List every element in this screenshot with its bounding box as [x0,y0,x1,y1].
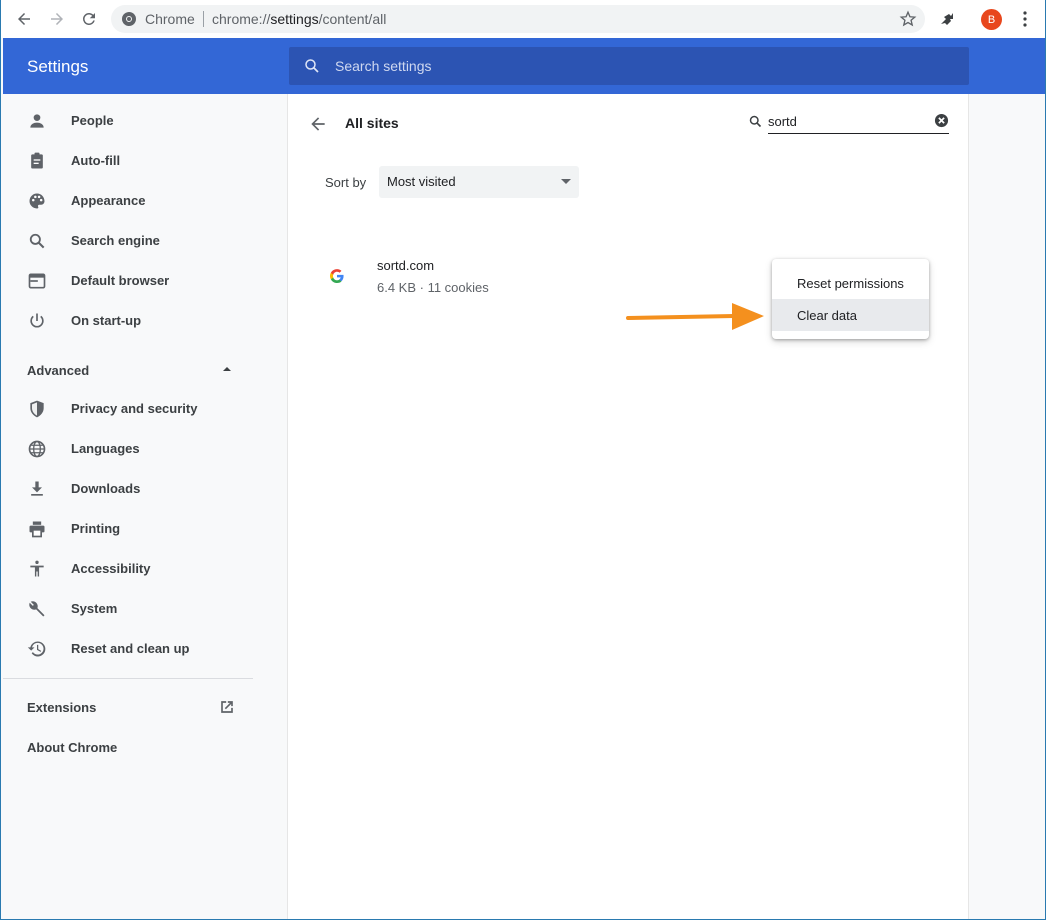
google-favicon-icon [330,269,344,283]
sidebar-item-privacy[interactable]: Privacy and security [3,389,253,429]
menu-item-label: Clear data [797,308,857,323]
chevron-down-icon [561,179,571,184]
accessibility-icon [30,560,44,577]
advanced-toggle[interactable]: Advanced [27,363,89,378]
clear-data-menu-item[interactable]: Clear data [772,299,929,331]
sort-dropdown[interactable]: Most visited [379,166,579,198]
sort-value: Most visited [387,174,456,189]
url-host: settings [270,11,319,27]
url-path: /content/all [318,11,387,27]
sidebar-item-label: Reset and clean up [71,641,190,656]
sidebar-item-autofill[interactable]: Auto-fill [3,141,253,181]
chrome-site-icon [122,12,136,26]
sidebar-item-label: Printing [71,521,121,536]
sidebar-item-label: People [71,113,114,128]
search-icon [29,233,45,249]
sidebar-item-people[interactable]: People [3,101,253,141]
browser-toolbar: Chrome chrome://settings/content/all B [1,0,1045,38]
sidebar-item-printing[interactable]: Printing [3,509,253,549]
more-menu-icon[interactable] [1015,9,1035,29]
search-placeholder: Search settings [335,58,432,74]
site-storage-info: 6.4 KB · 11 cookies [377,280,489,295]
settings-header: Settings Search settings [3,38,1045,94]
sidebar-item-on-startup[interactable]: On start-up [3,301,253,341]
sidebar-item-accessibility[interactable]: Accessibility [3,549,253,589]
bookmark-star-icon[interactable] [899,10,917,28]
sidebar-item-about[interactable]: About Chrome [27,740,117,755]
history-icon [27,641,46,657]
sidebar-item-system[interactable]: System [3,589,253,629]
url-scheme: chrome:// [212,11,271,27]
printer-icon [29,521,45,538]
reset-permissions-menu-item[interactable]: Reset permissions [772,267,929,299]
search-icon [749,115,762,128]
search-icon [305,59,319,73]
site-name: sortd.com [377,258,435,273]
sidebar-item-languages[interactable]: Languages [3,429,253,469]
globe-icon [28,440,46,458]
site-actions-menu: Reset permissions Clear data [772,259,929,339]
power-icon [30,313,44,328]
sidebar-item-label: Auto-fill [71,153,121,168]
page-title: Settings [27,57,89,76]
site-label: Chrome [145,11,195,27]
address-bar[interactable]: Chrome chrome://settings/content/all [111,5,925,33]
sidebar-item-downloads[interactable]: Downloads [3,469,253,509]
palette-icon [29,193,45,209]
sidebar-item-extensions[interactable]: Extensions [27,700,96,715]
url-separator [203,11,204,27]
sidebar-item-appearance[interactable]: Appearance [3,181,253,221]
profile-avatar[interactable]: B [981,9,1002,30]
sidebar-item-label: Search engine [71,233,160,248]
sidebar-item-label: Default browser [71,273,170,288]
reload-icon[interactable] [77,7,101,31]
extension-icon[interactable] [937,9,957,29]
sidebar-item-label: On start-up [71,313,142,328]
sidebar-item-label: Appearance [71,193,146,208]
clear-search-icon[interactable] [934,113,949,128]
url-text: chrome://settings/content/all [212,11,386,27]
sort-label: Sort by [325,175,367,190]
sidebar-item-search-engine[interactable]: Search engine [3,221,253,261]
forward-icon[interactable] [45,7,69,31]
back-arrow-icon[interactable] [308,114,328,134]
sidebar-item-label: Downloads [71,481,141,496]
open-in-new-icon[interactable] [217,697,237,717]
clipboard-icon [31,152,43,169]
all-sites-card: All sites sortd Sort by Most visited sor… [287,94,969,919]
browser-icon [28,273,46,289]
site-search-value: sortd [768,114,797,129]
wrench-icon [29,601,45,617]
settings-search-input[interactable]: Search settings [289,47,969,85]
site-search-input[interactable]: sortd [749,110,949,134]
sidebar-divider [3,678,253,679]
download-icon [31,481,43,496]
sidebar-item-label: System [71,601,118,616]
person-icon [30,114,44,128]
annotation-arrow-icon [626,303,764,330]
sidebar-item-label: Languages [71,441,140,456]
settings-sidebar: People Auto-fill Appearance Search engin… [3,94,253,919]
caret-up-icon[interactable] [221,365,233,373]
chrome-window: Chrome chrome://settings/content/all B S… [0,0,1046,920]
sidebar-item-reset[interactable]: Reset and clean up [3,629,253,669]
subpage-title: All sites [345,115,399,131]
shield-icon [30,400,44,418]
menu-item-label: Reset permissions [797,276,904,291]
sidebar-item-label: Privacy and security [71,401,198,416]
sidebar-item-default-browser[interactable]: Default browser [3,261,253,301]
back-icon[interactable] [12,7,36,31]
sidebar-item-label: Accessibility [71,561,151,576]
